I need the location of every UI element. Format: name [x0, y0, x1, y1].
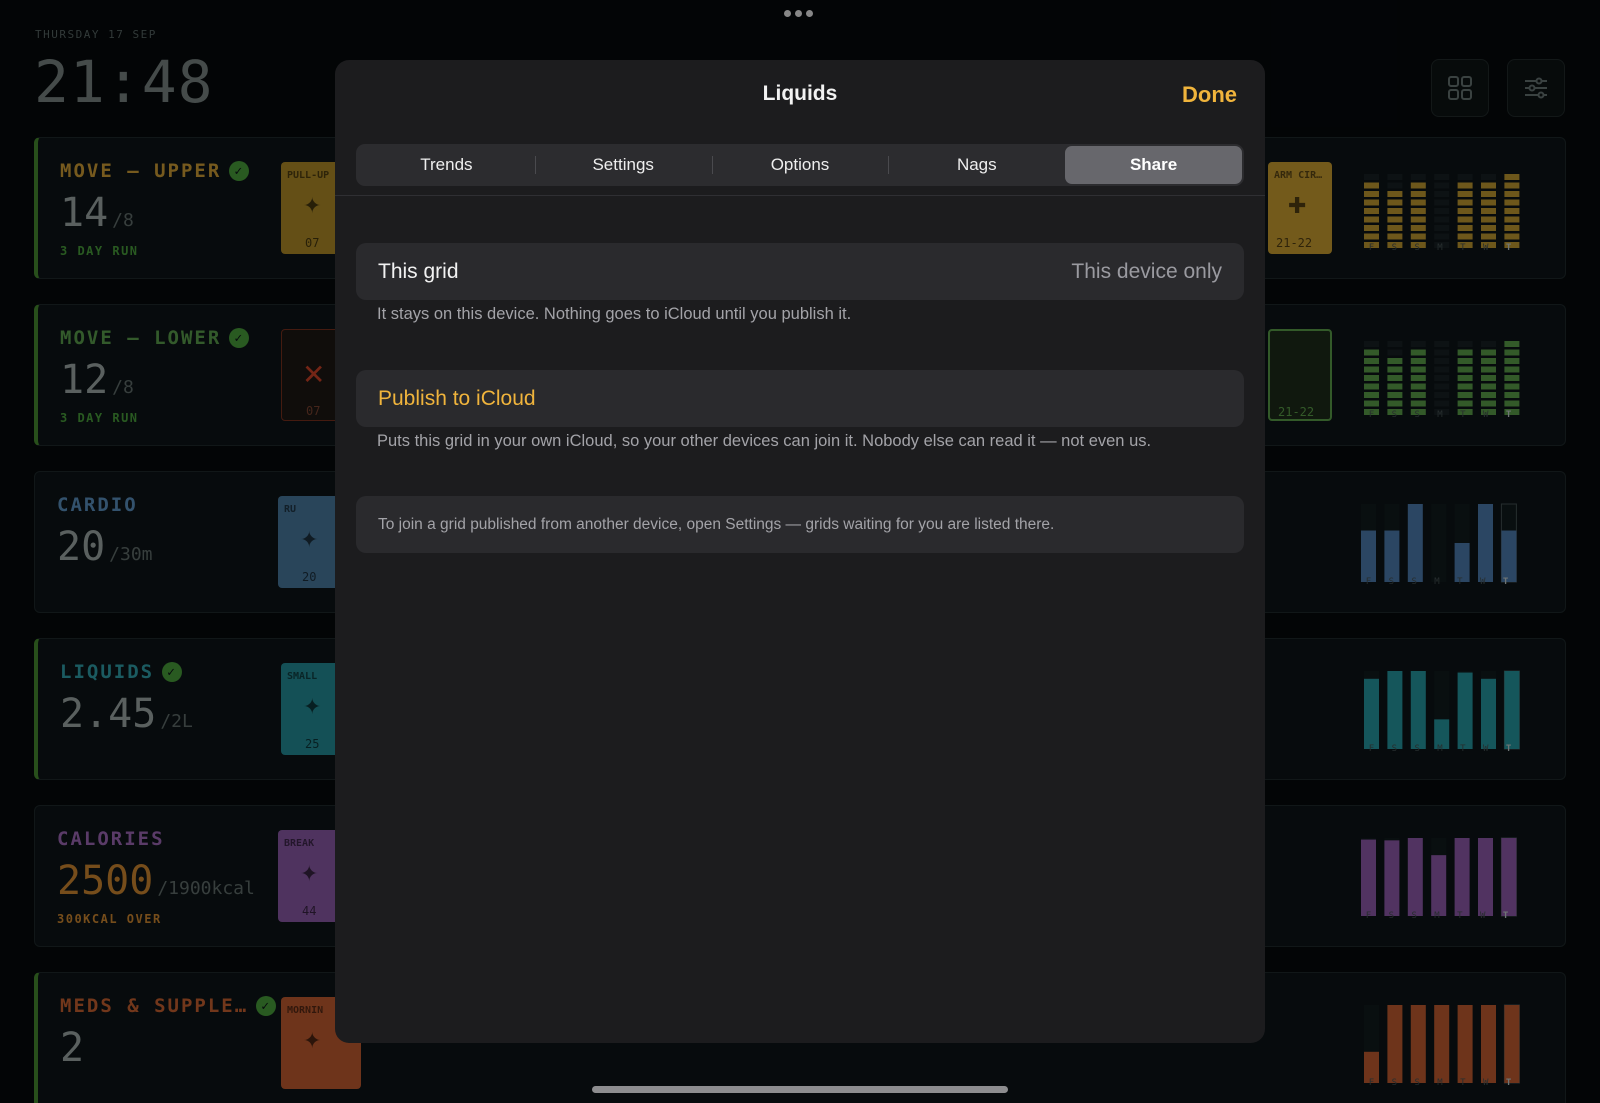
tab-trends[interactable]: Trends	[358, 146, 535, 184]
this-grid-label: This grid	[378, 259, 459, 283]
header-divider	[335, 195, 1265, 196]
liquids-settings-sheet: Liquids Done Trends Settings Options Nag…	[335, 60, 1265, 1043]
this-grid-value: This device only	[1071, 259, 1222, 283]
tab-settings[interactable]: Settings	[534, 146, 712, 184]
sheet-title: Liquids	[762, 82, 838, 105]
tab-options[interactable]: Options	[711, 146, 889, 184]
done-button[interactable]: Done	[1182, 82, 1237, 108]
publish-row[interactable]: Publish to iCloud	[356, 370, 1244, 427]
home-indicator[interactable]	[592, 1086, 1008, 1093]
publish-to-icloud-button[interactable]: Publish to iCloud	[378, 387, 536, 411]
join-info-box: To join a grid published from another de…	[356, 496, 1244, 553]
join-info-text: To join a grid published from another de…	[378, 515, 1055, 533]
tab-segmented-control: Trends Settings Options Nags Share	[356, 144, 1244, 186]
tab-nags[interactable]: Nags	[888, 146, 1065, 184]
sheet-header: Liquids Done	[335, 60, 1265, 133]
tab-share[interactable]: Share	[1065, 146, 1242, 184]
grid-footnote: It stays on this device. Nothing goes to…	[377, 305, 852, 323]
this-grid-row[interactable]: This grid This device only	[356, 243, 1244, 300]
publish-footnote: Puts this grid in your own iCloud, so yo…	[377, 432, 1152, 450]
